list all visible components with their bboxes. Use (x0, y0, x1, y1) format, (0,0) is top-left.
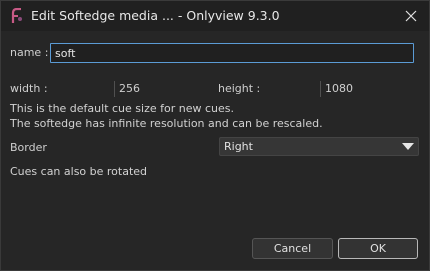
chevron-down-icon[interactable] (398, 138, 418, 155)
name-input[interactable] (50, 43, 414, 63)
border-select-value: Right (224, 140, 253, 153)
info-line-1: This is the default cue size for new cue… (10, 102, 234, 115)
width-field[interactable]: 256 (114, 81, 211, 97)
onlyview-app-icon (11, 8, 22, 23)
info-line-2: The softedge has infinite resolution and… (10, 117, 323, 130)
name-label: name : (10, 46, 49, 59)
border-label: Border (10, 141, 47, 154)
close-icon (405, 10, 417, 22)
title-bar[interactable]: Edit Softedge media ... - Onlyview 9.3.0 (1, 1, 429, 31)
rotate-note: Cues can also be rotated (10, 165, 148, 178)
height-field[interactable]: 1080 (320, 81, 417, 97)
cancel-button[interactable]: Cancel (252, 238, 333, 259)
edit-softedge-dialog: Edit Softedge media ... - Onlyview 9.3.0… (0, 0, 430, 271)
ok-button[interactable]: OK (338, 238, 418, 259)
window-title: Edit Softedge media ... - Onlyview 9.3.0 (31, 8, 280, 23)
width-label: width : (10, 82, 48, 95)
dialog-body: name : width : 256 height : 1080 This is… (1, 31, 429, 270)
close-button[interactable] (399, 5, 423, 27)
border-select[interactable]: Right (219, 137, 419, 156)
height-label: height : (218, 82, 261, 95)
